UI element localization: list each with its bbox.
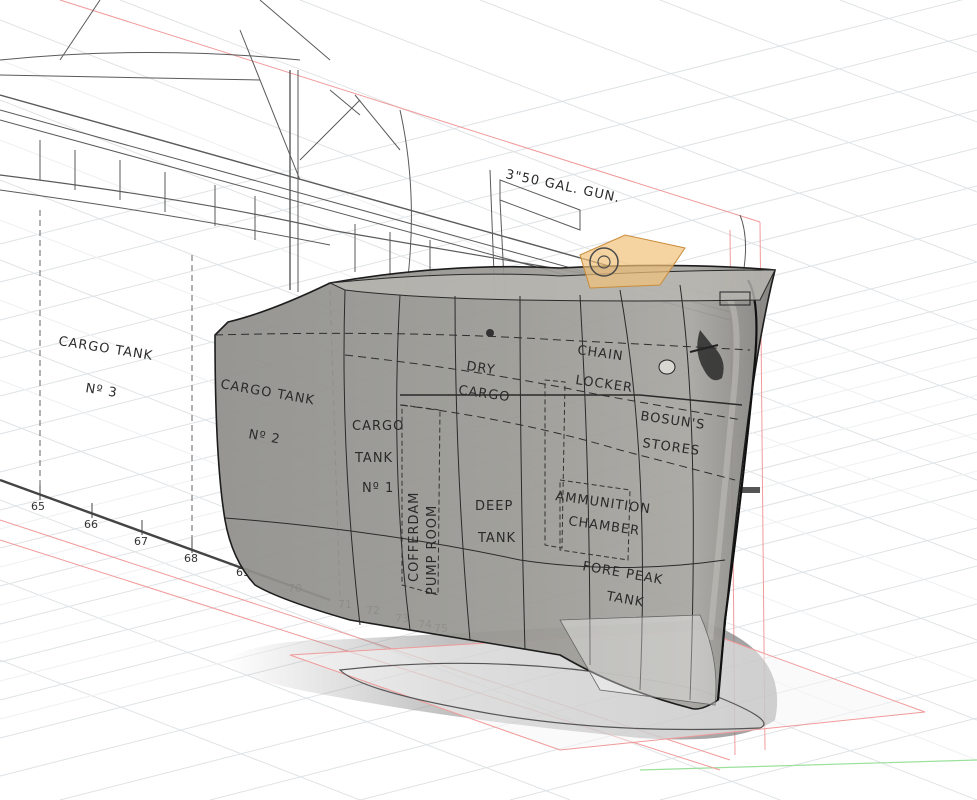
frame-66: 66 <box>84 518 98 531</box>
frame-68: 68 <box>184 552 198 565</box>
pump-room-label: PUMP ROOM <box>425 505 440 595</box>
design-viewport[interactable]: 3"50 GAL. GUN. CARGO TANK Nº 3 65 66 67 … <box>0 0 977 800</box>
deep-tank-label: DEEP <box>475 499 513 514</box>
cargo-tank-1-number: Nº 1 <box>362 481 394 496</box>
deep-tank-label-2: TANK <box>477 531 516 546</box>
cofferdam-label: COFFERDAM <box>407 492 422 582</box>
viewport-canvas[interactable]: 3"50 GAL. GUN. CARGO TANK Nº 3 65 66 67 … <box>0 0 977 800</box>
cargo-tank-1-tank: TANK <box>354 451 393 466</box>
frame-65: 65 <box>31 500 45 513</box>
frame-67: 67 <box>134 535 148 548</box>
cargo-tank-1-label: CARGO <box>352 419 404 434</box>
cargo-tank-3-label: CARGO TANK <box>57 334 154 364</box>
